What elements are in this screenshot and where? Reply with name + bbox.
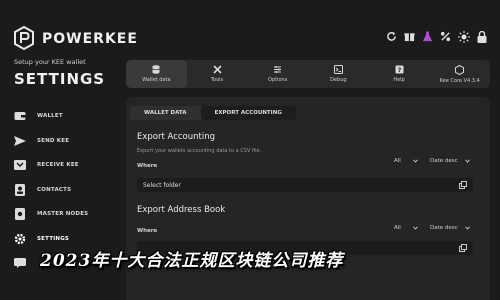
sidebar-item-label: CONTACTS — [37, 186, 72, 193]
contacts-icon — [14, 183, 26, 196]
chevron-down-icon — [465, 158, 470, 163]
chevron-down-icon — [465, 225, 470, 230]
chevron-down-icon — [413, 158, 418, 163]
tab-kee-core[interactable]: Kee Core V4.3.4 — [429, 60, 490, 88]
sidebar-item-label: SEND KEE — [37, 137, 70, 144]
sidebar-item-label: RECEIVE KEE — [37, 162, 79, 169]
sidebar-item-receive-kee[interactable]: RECEIVE KEE — [14, 153, 119, 178]
options-icon — [274, 66, 282, 73]
filter-value: All — [394, 224, 401, 231]
tab-wallet-data[interactable]: Wallet data — [126, 60, 187, 88]
select-folder-field[interactable]: Select folder — [137, 178, 473, 192]
page-title: SETTINGS — [14, 70, 106, 88]
tab-help[interactable]: ? Help — [369, 60, 430, 88]
copy-icon[interactable] — [459, 181, 467, 189]
powerkee-logo — [14, 26, 34, 50]
brand-name: POWERKEE — [42, 31, 138, 47]
tab-label: Debug — [330, 77, 347, 83]
export-address-book-title: Export Address Book — [137, 205, 226, 215]
export-accounting-description: Export your wallets accounting data to a… — [137, 148, 262, 154]
filter-value: All — [394, 157, 401, 164]
settings-tabs: Wallet data Tools Options Debug ? Help K… — [126, 60, 490, 88]
sort-select[interactable]: Date desc — [426, 155, 474, 166]
tab-options[interactable]: Options — [247, 60, 308, 88]
sidebar-item-label: MASTER NODES — [37, 211, 89, 218]
subtabs: WALLET DATA EXPORT ACCOUNTING — [130, 106, 296, 120]
percent-icon[interactable] — [439, 30, 452, 43]
sidebar-item-wallet[interactable]: WALLET — [14, 104, 119, 129]
subtab-wallet-data[interactable]: WALLET DATA — [130, 106, 201, 120]
nodes-icon — [14, 208, 26, 221]
export-accounting-title: Export Accounting — [137, 132, 215, 142]
sidebar-item-contacts[interactable]: CONTACTS — [14, 178, 119, 203]
overlay-caption: 2023年十大合法正规区块链公司推荐 — [40, 251, 344, 271]
tab-debug[interactable]: Debug — [308, 60, 369, 88]
chevron-down-icon — [413, 225, 418, 230]
where-label: Where — [137, 163, 158, 169]
filter-select[interactable]: All — [390, 155, 422, 166]
tab-tools[interactable]: Tools — [187, 60, 248, 88]
sort-value: Date desc — [430, 157, 458, 164]
svg-text:?: ? — [397, 66, 401, 74]
refresh-icon[interactable] — [385, 30, 398, 43]
brightness-icon[interactable] — [457, 30, 470, 43]
subtab-export-accounting[interactable]: EXPORT ACCOUNTING — [200, 106, 296, 120]
settings-subtitle: Setup your KEE wallet — [14, 58, 86, 66]
sidebar-item-label: SETTINGS — [37, 235, 70, 242]
filter-select[interactable]: All — [390, 222, 422, 233]
tab-label: Wallet data — [142, 77, 171, 83]
where-label: Where — [137, 228, 158, 234]
debug-icon — [333, 65, 343, 74]
tab-label: Kee Core V4.3.4 — [439, 77, 480, 84]
folder-value: Select folder — [143, 181, 181, 189]
tab-label: Tools — [210, 77, 224, 83]
receive-icon — [14, 159, 26, 171]
lock-icon[interactable] — [475, 30, 488, 43]
sidebar-item-master-nodes[interactable]: MASTER NODES — [14, 202, 119, 227]
message-icon — [14, 257, 26, 269]
sort-select[interactable]: Date desc — [426, 222, 474, 233]
sort-value: Date desc — [430, 224, 458, 231]
top-toolbar — [385, 30, 488, 43]
gear-icon — [14, 233, 26, 245]
tab-label: Help — [393, 77, 405, 83]
tools-icon — [212, 65, 222, 74]
send-icon — [14, 135, 26, 147]
core-icon — [455, 64, 465, 75]
gift-icon[interactable] — [403, 30, 416, 43]
database-icon — [152, 65, 160, 74]
tab-label: Options — [268, 77, 288, 83]
sidebar-item-send-kee[interactable]: SEND KEE — [14, 129, 119, 154]
help-icon: ? — [395, 65, 404, 74]
flask-icon[interactable] — [421, 30, 434, 43]
sidebar-item-label: WALLET — [37, 113, 63, 120]
copy-icon[interactable] — [459, 244, 467, 252]
wallet-icon — [14, 110, 26, 122]
